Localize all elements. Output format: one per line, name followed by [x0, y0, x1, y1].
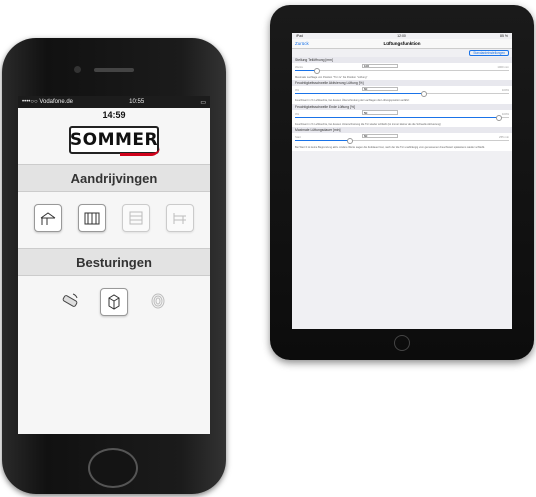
fingerprint-icon: [151, 293, 165, 309]
controls-row: Standardeinstellungen: [292, 49, 512, 57]
iphone-home-button[interactable]: [88, 448, 138, 488]
value-input[interactable]: 60: [362, 133, 398, 139]
sliding-gate-icon: [40, 212, 56, 225]
slider-fill: [295, 140, 349, 142]
value-input[interactable]: 60: [362, 86, 398, 92]
slider-min-label: Start: [295, 135, 301, 140]
ipad-home-button[interactable]: [394, 335, 410, 351]
ipad-status-time: 12:00: [397, 34, 406, 38]
double-gate-button[interactable]: [78, 204, 106, 232]
slider-min-label: Werks: [295, 65, 303, 69]
fingerprint-button[interactable]: [145, 288, 171, 314]
iphone-screen: ••••○○ Vodafone.de 10:55 ▭ 14:59 SOMMER …: [18, 96, 210, 434]
ipad-device: iPad 12:00 85 % Zurück Lüftungsfunktion …: [270, 5, 534, 360]
slider-fill: [295, 116, 499, 118]
slider-knob[interactable]: [496, 114, 503, 121]
setting-slider-row: Werks 100 1000 mm: [292, 63, 512, 75]
earpiece-speaker: [94, 68, 134, 72]
slider-track[interactable]: [295, 68, 509, 74]
page-title: Lüftungsfunktion: [383, 41, 421, 46]
remote-control-icon: [62, 293, 78, 307]
iphone-device: ••••○○ Vodafone.de 10:55 ▭ 14:59 SOMMER …: [2, 38, 226, 494]
battery-level: 85 %: [500, 34, 508, 38]
setting-slider-row: Start 60 255 min: [292, 133, 512, 146]
barrier-gate-icon: [173, 213, 186, 224]
controls-icon-row: [18, 276, 210, 322]
slider-max-label: 100%: [501, 111, 509, 116]
status-time: 10:55: [129, 99, 145, 105]
slider-min-label: 0%: [295, 111, 300, 116]
slider-max-label: 100%: [501, 88, 509, 93]
slider-knob[interactable]: [421, 91, 428, 98]
garage-door-icon: [129, 211, 143, 225]
battery-icon: ▭: [200, 99, 206, 106]
setting-slider-row: 0% 50 100%: [292, 109, 512, 122]
slider-knob[interactable]: [346, 138, 353, 145]
slider-min-label: 0%: [295, 88, 300, 93]
slider-track[interactable]: [295, 114, 509, 121]
app-clock: 14:59: [102, 110, 126, 120]
setting-description: Bei Wert 0 ist keine Begrenzung aktiv. A…: [292, 145, 512, 151]
sommer-logo: SOMMER: [69, 126, 160, 156]
ipad-nav-bar: Zurück Lüftungsfunktion: [292, 39, 512, 49]
slider-max-label: 255 min: [499, 135, 509, 140]
defaults-button[interactable]: Standardeinstellungen: [469, 50, 509, 56]
slider-knob[interactable]: [314, 68, 321, 74]
garage-door-button[interactable]: [122, 204, 150, 232]
carrier-label: ••••○○ Vodafone.de: [22, 99, 74, 105]
device-label: iPad: [296, 34, 304, 38]
front-camera: [74, 66, 81, 73]
section-header-besturingen: Besturingen: [18, 248, 210, 276]
slider-track[interactable]: [295, 138, 509, 145]
slider-fill: [295, 93, 424, 95]
drives-icon-row: [18, 192, 210, 238]
slider-max-label: 1000 mm: [497, 65, 509, 69]
remote-control-button[interactable]: [57, 288, 83, 314]
sliding-gate-button[interactable]: [34, 204, 62, 232]
control-unit-icon: [108, 294, 120, 310]
double-gate-icon: [84, 212, 100, 225]
value-input[interactable]: 100: [362, 63, 398, 68]
phone-status-bar: ••••○○ Vodafone.de 10:55 ▭: [18, 96, 210, 108]
slider-fill: [295, 70, 317, 71]
settings-list: Stellung Teilöffnung [mm] Werks 100 1000 mm…: [292, 57, 512, 151]
section-header-aandrijvingen: Aandrijvingen: [18, 164, 210, 192]
ipad-screen: iPad 12:00 85 % Zurück Lüftungsfunktion …: [292, 33, 512, 329]
control-unit-button[interactable]: [99, 288, 128, 316]
barrier-gate-button[interactable]: [166, 204, 194, 232]
slider-track[interactable]: [295, 91, 509, 98]
setting-slider-row: 0% 60 100%: [292, 86, 512, 99]
value-input[interactable]: 50: [362, 110, 398, 115]
